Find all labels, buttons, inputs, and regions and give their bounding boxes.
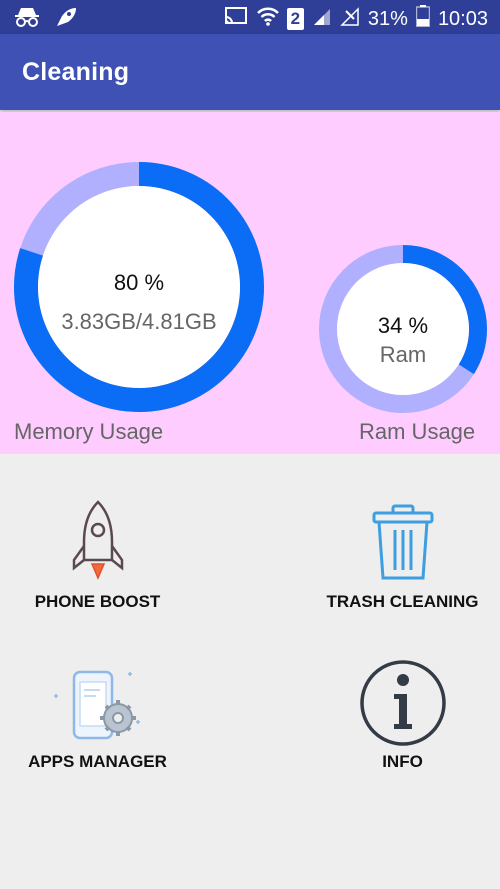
ram-usage-label: Ram Usage [359, 419, 476, 444]
sim-2-icon: 2 [286, 7, 304, 30]
info-button[interactable]: INFO [305, 650, 500, 780]
usage-panel: 80 % 3.83GB/4.81GB Memory Usage 34 % Ram… [0, 112, 500, 454]
memory-size: 3.83GB/4.81GB [61, 309, 217, 334]
memory-percent: 80 % [113, 270, 165, 295]
ram-gauge[interactable]: 34 % Ram [319, 245, 487, 413]
apps-manager-label: APPS MANAGER [28, 752, 167, 771]
clock: 10:03 [437, 7, 488, 30]
battery-percent: 31% [367, 7, 408, 30]
phone-boost-label: PHONE BOOST [34, 592, 161, 611]
signal-icon [312, 5, 332, 32]
memory-usage-label: Memory Usage [14, 419, 164, 444]
ram-percent: 34 % [377, 313, 429, 338]
info-label: INFO [382, 752, 423, 771]
page-title: Cleaning [22, 58, 130, 86]
no-signal-icon [340, 5, 360, 32]
apps-manager-button[interactable]: APPS MANAGER [0, 660, 195, 780]
phone-gear-icon [54, 670, 140, 740]
info-icon [360, 660, 446, 746]
trash-icon [372, 504, 434, 580]
trash-cleaning-label: TRASH CLEANING [326, 592, 479, 611]
trash-cleaning-button[interactable]: TRASH CLEANING [305, 490, 500, 620]
status-bar: 2 31% 10:03 [0, 0, 500, 34]
rocket-icon [72, 500, 124, 580]
memory-gauge[interactable]: 80 % 3.83GB/4.81GB [14, 162, 264, 412]
cast-icon [223, 5, 249, 32]
battery-icon [415, 5, 431, 32]
incognito-icon [14, 6, 40, 33]
rocket-notification-icon [54, 6, 78, 33]
phone-boost-button[interactable]: PHONE BOOST [0, 490, 195, 620]
ram-name: Ram [379, 342, 427, 367]
wifi-icon [257, 5, 279, 32]
app-bar: Cleaning [0, 34, 500, 110]
